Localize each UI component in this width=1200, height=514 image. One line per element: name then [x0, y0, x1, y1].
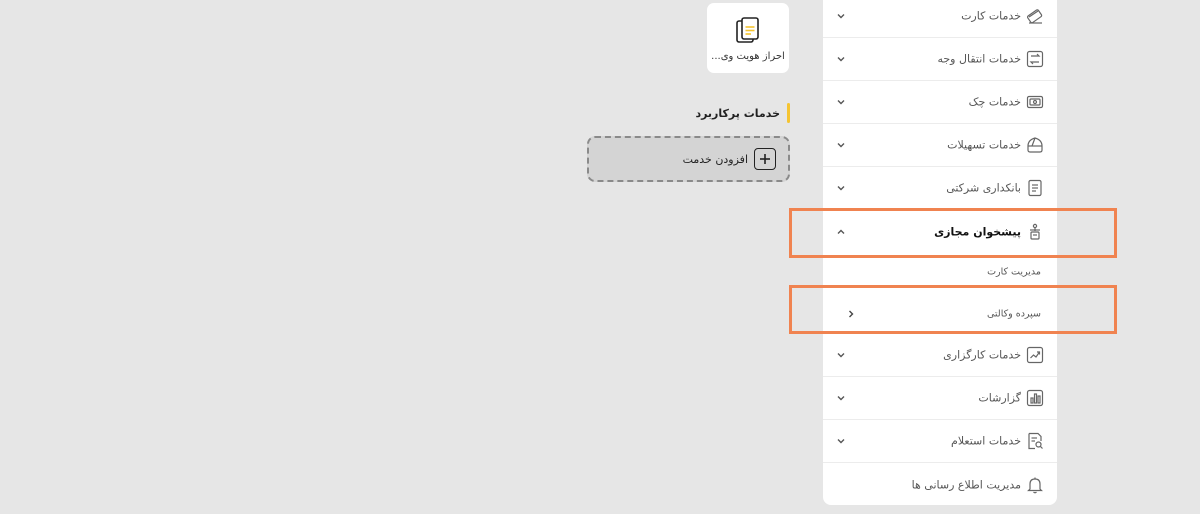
sidebar-item-reports[interactable]: گزارشات [823, 377, 1057, 420]
sidebar-item-label: خدمات چک [968, 95, 1021, 109]
sidebar-menu: خدمات کارت خدمات انتقال وجه خدمات چک خدم… [823, 0, 1057, 505]
brokerage-icon [1025, 345, 1045, 365]
add-service-button[interactable]: افزودن خدمت [587, 136, 790, 182]
chevron-down-icon[interactable] [835, 10, 847, 22]
sidebar-item-label: مدیریت اطلاع رسانی ها [911, 478, 1021, 491]
chevron-up-icon[interactable] [835, 226, 847, 238]
loan-icon [1025, 135, 1045, 155]
sidebar-item-brokerage-services[interactable]: خدمات کارگزاری [823, 334, 1057, 377]
sidebar-item-cheque-services[interactable]: خدمات چک [823, 81, 1057, 124]
cheque-icon [1025, 92, 1045, 112]
identity-verification-card[interactable]: احراز هویت وی... [707, 3, 789, 73]
bell-icon [1025, 475, 1045, 495]
chevron-down-icon[interactable] [835, 435, 847, 447]
corporate-doc-icon [1025, 178, 1045, 198]
add-service-label: افزودن خدمت [682, 152, 748, 166]
transfer-icon [1025, 49, 1045, 69]
chevron-down-icon[interactable] [835, 182, 847, 194]
document-icon [736, 17, 759, 43]
submenu-item-attorney-deposit[interactable]: سپرده وکالتی [823, 294, 1057, 334]
sidebar-item-label: خدمات استعلام [951, 434, 1021, 448]
title-accent-bar [787, 103, 790, 123]
chevron-down-icon[interactable] [835, 96, 847, 108]
card-icon [1025, 6, 1045, 26]
sidebar-item-notification-management[interactable]: مدیریت اطلاع رسانی ها [823, 463, 1057, 506]
sidebar-item-label: خدمات انتقال وجه [937, 52, 1021, 66]
sidebar-item-transfer-services[interactable]: خدمات انتقال وجه [823, 38, 1057, 81]
sidebar-item-label: گزارشات [978, 391, 1021, 405]
sidebar-item-corporate-banking[interactable]: بانکداری شرکتی [823, 167, 1057, 210]
chevron-down-icon[interactable] [835, 139, 847, 151]
chevron-down-icon[interactable] [835, 53, 847, 65]
sidebar-item-inquiry-services[interactable]: خدمات استعلام [823, 420, 1057, 463]
sidebar-item-loan-services[interactable]: خدمات تسهیلات [823, 124, 1057, 167]
chevron-right-icon[interactable] [845, 308, 857, 320]
frequent-services-label: خدمات پرکاربرد [695, 106, 780, 120]
sidebar-item-card-services[interactable]: خدمات کارت [823, 0, 1057, 38]
inquiry-icon [1025, 431, 1045, 451]
sidebar-item-label: خدمات کارت [961, 9, 1021, 23]
frequent-services-title: خدمات پرکاربرد [695, 103, 790, 123]
submenu-item-card-management[interactable]: مدیریت کارت [823, 252, 1057, 292]
chevron-down-icon[interactable] [835, 392, 847, 404]
plus-icon [754, 148, 776, 170]
sidebar-item-label: خدمات تسهیلات [947, 138, 1021, 152]
sidebar-item-label: بانکداری شرکتی [946, 181, 1021, 195]
submenu-item-label: مدیریت کارت [987, 266, 1041, 278]
reports-icon [1025, 388, 1045, 408]
chevron-down-icon[interactable] [835, 349, 847, 361]
virtual-counter-icon [1025, 222, 1045, 242]
sidebar-item-virtual-counter[interactable]: پیشخوان مجازی [823, 210, 1057, 253]
sidebar-item-label: پیشخوان مجازی [934, 225, 1021, 238]
identity-verification-label: احراز هویت وی... [711, 51, 785, 62]
sidebar-item-label: خدمات کارگزاری [943, 348, 1021, 362]
submenu-item-label: سپرده وکالتی [987, 308, 1041, 319]
